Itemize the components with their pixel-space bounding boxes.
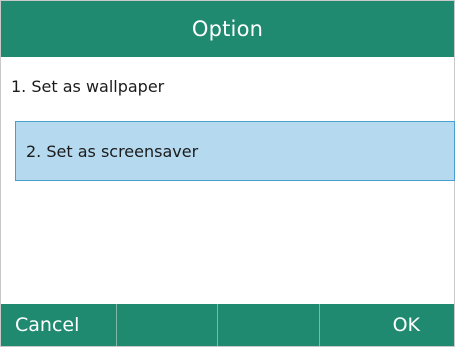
menu-item-label: 1. Set as wallpaper	[11, 77, 165, 96]
softkey-bar: Cancel OK	[1, 304, 454, 346]
ok-button[interactable]: OK	[320, 304, 455, 346]
softkey-label: Cancel	[15, 314, 80, 336]
cancel-button[interactable]: Cancel	[1, 304, 117, 346]
page-title: Option	[191, 17, 264, 41]
softkey-label: OK	[392, 314, 420, 336]
menu-item-set-as-wallpaper[interactable]: 1. Set as wallpaper	[1, 57, 454, 117]
menu-item-set-as-screensaver[interactable]: 2. Set as screensaver	[15, 121, 455, 181]
menu-item-label: 2. Set as screensaver	[26, 141, 199, 161]
title-bar: Option	[1, 1, 454, 57]
phone-screen: Option 1. Set as wallpaper 2. Set as scr…	[0, 0, 455, 347]
option-menu: 1. Set as wallpaper 2. Set as screensave…	[1, 57, 455, 181]
softkey-2[interactable]	[117, 304, 218, 346]
softkey-3[interactable]	[218, 304, 320, 346]
